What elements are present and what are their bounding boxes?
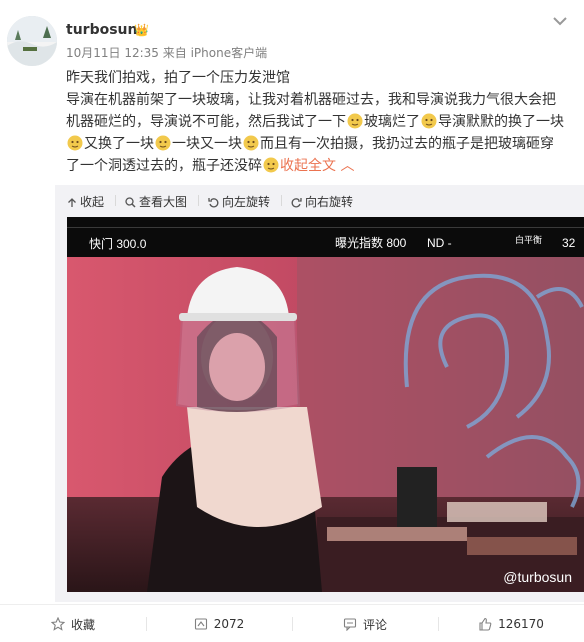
doge-emoji-icon (347, 113, 363, 129)
rotate-right-button[interactable]: 向右旋转 (291, 193, 353, 210)
doge-emoji-icon (263, 157, 279, 173)
post-text-segment: 玻璃烂了 (364, 114, 420, 130)
post-text-segment: 又换了一块 (84, 136, 154, 152)
rotate-right-label[interactable]: 向右旋转 (305, 195, 353, 209)
weibo-post: turbosun 👑 10月11日 12:35 来自 iPhone客户端 昨天我… (0, 0, 584, 642)
post-text-segment: 而且有一次拍摄，我扔过去的瓶子是把玻璃砸穿 (260, 136, 554, 152)
post-text-segment: 了一个洞透过去的，瓶子还没碎 (66, 158, 262, 174)
timestamp[interactable]: 10月11日 12:35 (66, 46, 159, 60)
collapse-text-link[interactable]: 收起全文 ︿ (280, 158, 354, 174)
favorite-label[interactable]: 收藏 (71, 616, 95, 633)
media-box: 收起 查看大图 向左旋转 向右旋转 快门 300.0 曝光指数 800 ND -… (55, 185, 584, 602)
rotate-right-icon (291, 198, 302, 208)
post-header: turbosun 👑 10月11日 12:35 来自 iPhone客户端 (0, 0, 584, 66)
doge-emoji-icon (243, 135, 259, 151)
post-line: 导演在机器前架了一块玻璃，让我对着机器砸过去，我和导演说我力气很大会把 (66, 92, 556, 108)
comment-button[interactable]: 评论 (292, 605, 438, 642)
repost-button[interactable]: 2072 (146, 605, 292, 642)
hud-white-balance: 白平衡 (515, 234, 542, 245)
arrow-up-icon (68, 198, 76, 207)
collapse-text-label[interactable]: 收起全文 (280, 158, 336, 174)
view-large-label[interactable]: 查看大图 (139, 195, 187, 209)
post-line: 昨天我们拍戏，拍了一个压力发泄馆 (66, 70, 290, 86)
toolbar-divider (281, 195, 282, 206)
rotate-left-button[interactable]: 向左旋转 (208, 193, 270, 210)
comment-label[interactable]: 评论 (363, 616, 387, 633)
doge-emoji-icon (155, 135, 171, 151)
favorite-button[interactable]: 收藏 (0, 605, 146, 642)
vip-badge-icon[interactable]: 👑 (134, 23, 149, 37)
doge-emoji-icon (421, 113, 437, 129)
toolbar-divider (198, 195, 199, 206)
username[interactable]: turbosun (66, 22, 137, 38)
hud-exposure: 曝光指数 800 (335, 235, 407, 250)
post-line: 了一个洞透过去的，瓶子还没碎 收起全文 ︿ (66, 155, 576, 177)
toolbar-divider (115, 195, 116, 206)
rotate-left-icon (208, 198, 219, 208)
post-source[interactable]: 来自 iPhone客户端 (163, 46, 267, 60)
collapse-label[interactable]: 收起 (80, 195, 104, 209)
comment-icon (343, 618, 357, 631)
post-text-segment: 导演默默的换了一块 (438, 114, 564, 130)
doge-emoji-icon (67, 135, 83, 151)
repost-count[interactable]: 2072 (214, 617, 245, 631)
collapse-button[interactable]: 收起 (67, 193, 104, 210)
post-meta: 10月11日 12:35 来自 iPhone客户端 (66, 44, 267, 61)
hud-shutter: 快门 300.0 (89, 236, 147, 251)
avatar[interactable] (7, 16, 57, 66)
post-line: 机器砸烂的，导演说不可能，然后我试了一下 玻璃烂了 导演默默的换了一块 (66, 111, 576, 133)
chevron-down-icon[interactable] (552, 15, 568, 27)
action-bar: 收藏 2072 评论 126170 (0, 604, 584, 642)
post-photo[interactable]: 快门 300.0 曝光指数 800 ND - 白平衡 32 @turbosun (67, 217, 584, 592)
post-line: 又换了一块 一块又一块 而且有一次拍摄，我扔过去的瓶子是把玻璃砸穿 (66, 133, 576, 155)
thumbs-up-icon (479, 617, 492, 631)
like-button[interactable]: 126170 (438, 605, 584, 642)
post-text-segment: 一块又一块 (172, 136, 242, 152)
hud-wb-value: 32 (562, 236, 576, 250)
like-count[interactable]: 126170 (498, 617, 544, 631)
rotate-left-label[interactable]: 向左旋转 (222, 195, 270, 209)
chevron-up-icon[interactable]: ︿ (340, 158, 354, 174)
post-text: 昨天我们拍戏，拍了一个压力发泄馆 导演在机器前架了一块玻璃，让我对着机器砸过去，… (66, 67, 576, 177)
photo-watermark: @turbosun (503, 569, 572, 585)
media-toolbar: 收起 查看大图 向左旋转 向右旋转 (55, 185, 584, 215)
post-text-segment: 机器砸烂的，导演说不可能，然后我试了一下 (66, 114, 346, 130)
hud-nd: ND - (427, 236, 452, 250)
magnifier-icon (125, 197, 136, 208)
view-large-button[interactable]: 查看大图 (125, 193, 187, 210)
repost-icon (194, 618, 207, 630)
star-icon (50, 617, 65, 631)
